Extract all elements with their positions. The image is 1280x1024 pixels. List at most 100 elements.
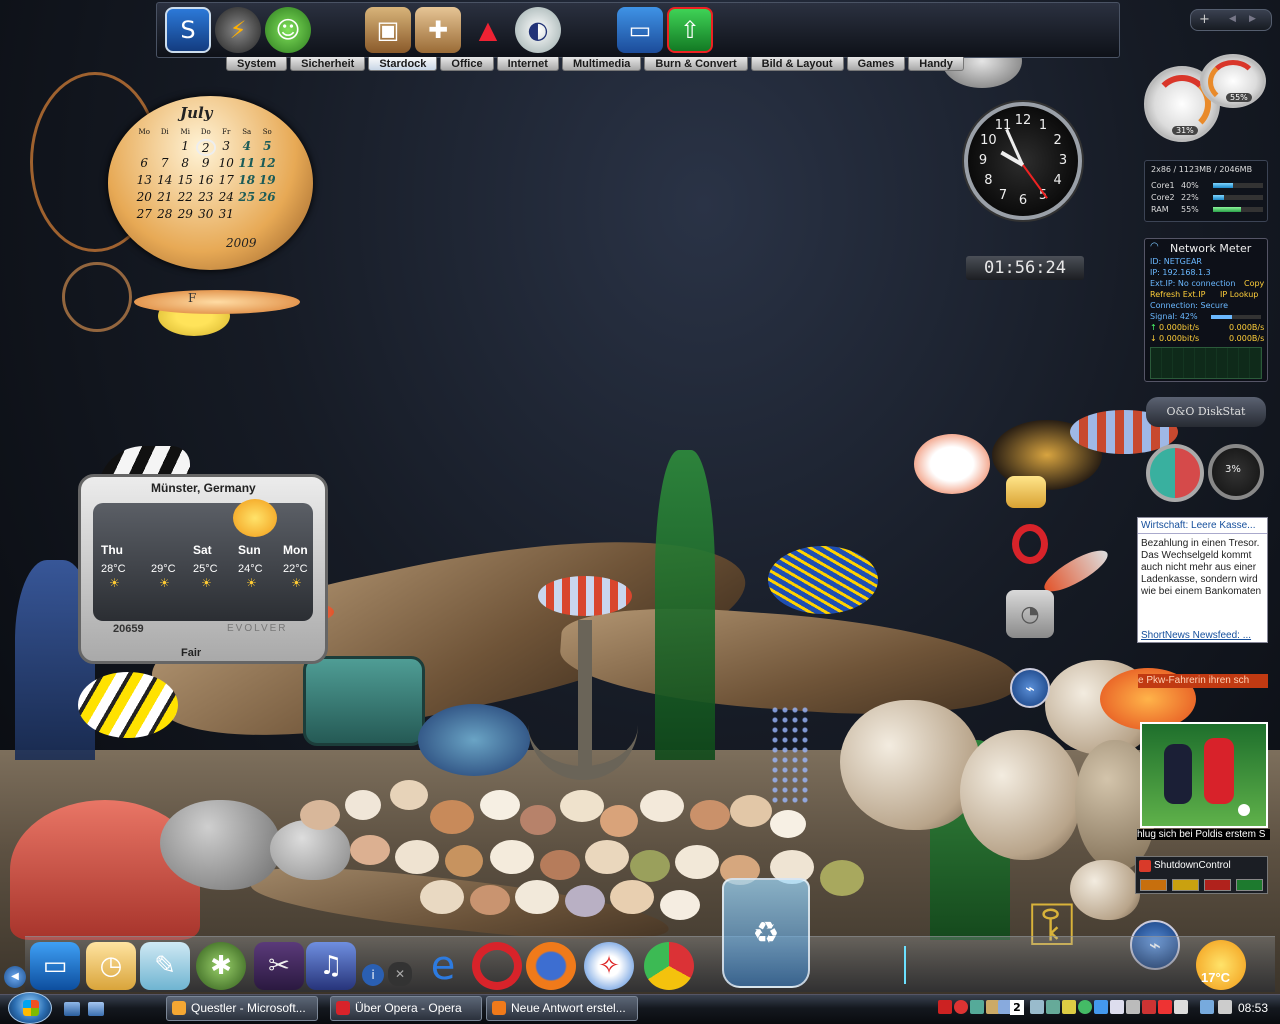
network-meter[interactable]: ◠ Network Meter ID: NETGEAR IP: 192.168.…: [1144, 238, 1268, 382]
show-desktop-icon[interactable]: [64, 1002, 80, 1016]
tray-app-icon[interactable]: [1110, 1000, 1124, 1014]
news-headline[interactable]: Wirtschaft: Leere Kasse...: [1138, 518, 1267, 534]
taskbar-button[interactable]: Neue Antwort erstel...: [486, 996, 638, 1021]
calendar-day[interactable]: 20: [134, 190, 155, 207]
internet-explorer-icon[interactable]: e: [418, 942, 468, 990]
launcher-tab[interactable]: Bild & Layout: [750, 57, 844, 71]
system-meter[interactable]: 2x86 / 1123MB / 2046MB Core1 40% Core2 22% R…: [1144, 160, 1268, 222]
calendar-day[interactable]: 7: [155, 156, 176, 173]
toolbox-app-icon[interactable]: ▣: [365, 7, 411, 53]
calendar-day[interactable]: 30: [196, 207, 217, 224]
opera-browser-icon[interactable]: [472, 942, 522, 990]
standby-button[interactable]: [1172, 879, 1199, 891]
package-app-icon[interactable]: ✚: [415, 7, 461, 53]
opera-icon[interactable]: [1012, 524, 1048, 564]
weather-gadget[interactable]: Münster, Germany Thu 28°C ☀ 29°C ☀ Sat 25°C ☀ Su…: [78, 474, 328, 664]
calendar-day[interactable]: 28: [155, 207, 176, 224]
calendar-day[interactable]: 19: [257, 173, 278, 190]
frog-app-icon[interactable]: ☺: [265, 7, 311, 53]
monitor-app-icon[interactable]: ▭: [617, 7, 663, 53]
taskbar-clock[interactable]: 08:53: [1238, 1001, 1268, 1015]
netmeter-lookup-link[interactable]: IP Lookup: [1220, 290, 1258, 299]
netmeter-copy-link[interactable]: Copy: [1244, 279, 1264, 288]
news-feed-gadget[interactable]: Wirtschaft: Leere Kasse... Bezahlung in …: [1137, 517, 1268, 643]
audio-app-icon[interactable]: ✂: [254, 942, 304, 990]
analog-clock[interactable]: 121234567891011: [964, 102, 1082, 220]
dock-scroll-left-icon[interactable]: ◀: [4, 966, 26, 988]
calendar-app-icon[interactable]: ◷: [86, 942, 136, 990]
calendar-day[interactable]: 16: [196, 173, 217, 190]
notes-icon[interactable]: ✎: [140, 942, 190, 990]
sidebar-controls[interactable]: + ◀ ▶: [1190, 9, 1272, 31]
tray-app-icon[interactable]: [970, 1000, 984, 1014]
calendar-day[interactable]: 4: [237, 139, 258, 156]
tray-app-icon[interactable]: [1030, 1000, 1044, 1014]
launcher-tab[interactable]: Sicherheit: [290, 57, 366, 71]
calendar-day[interactable]: 15: [175, 173, 196, 190]
launcher-tab[interactable]: Burn & Convert: [644, 57, 748, 71]
calendar-day[interactable]: 21: [155, 190, 176, 207]
calendar-day[interactable]: 3: [216, 139, 237, 156]
calendar-day[interactable]: 31: [216, 207, 237, 224]
calendar-day[interactable]: 25: [237, 190, 258, 207]
close-x-icon[interactable]: ✕: [388, 962, 412, 986]
launcher-tab[interactable]: Office: [440, 57, 494, 71]
tray-app-icon[interactable]: [1094, 1000, 1108, 1014]
calendar-day[interactable]: 2: [195, 139, 216, 156]
start-button[interactable]: [8, 992, 52, 1024]
calendar-day[interactable]: 22: [175, 190, 196, 207]
tray-app-icon[interactable]: [1046, 1000, 1060, 1014]
tray-app-icon[interactable]: [938, 1000, 952, 1014]
next-icon[interactable]: ▶: [1249, 14, 1256, 24]
calendar-day[interactable]: 18: [237, 173, 258, 190]
calendar-day[interactable]: 27: [134, 207, 155, 224]
computer-icon[interactable]: ▭: [30, 942, 80, 990]
chrome-icon[interactable]: [644, 942, 694, 990]
launcher-tab[interactable]: Multimedia: [561, 57, 642, 71]
calendar-day[interactable]: 14: [155, 173, 176, 190]
launcher-tab[interactable]: Stardock: [368, 57, 438, 71]
calendar-day[interactable]: 1: [175, 139, 196, 156]
rss-icon[interactable]: ◔: [1006, 590, 1054, 638]
upload-app-icon[interactable]: ⇧: [667, 7, 713, 53]
calendar-day[interactable]: 23: [196, 190, 217, 207]
calendar-day[interactable]: 12: [257, 156, 278, 173]
calendar-day[interactable]: 5: [257, 139, 278, 156]
calendar-day[interactable]: 10: [216, 156, 237, 173]
news-footer-link[interactable]: ShortNews Newsfeed: ...: [1141, 630, 1251, 641]
activity-monitor-icon[interactable]: ⌁: [1010, 668, 1050, 708]
calendar-day[interactable]: 24: [216, 190, 237, 207]
calendar-day[interactable]: 17: [216, 173, 237, 190]
tray-volume-icon[interactable]: [1218, 1000, 1232, 1014]
calendar-day[interactable]: 26: [257, 190, 278, 207]
tray-app-icon[interactable]: [1158, 1000, 1172, 1014]
tray-network-icon[interactable]: [1200, 1000, 1214, 1014]
tray-app-icon[interactable]: [1078, 1000, 1092, 1014]
tray-opera-icon[interactable]: [954, 1000, 968, 1014]
launcher-tab[interactable]: Games: [846, 57, 906, 71]
shapes-app-icon[interactable]: ▲: [465, 7, 511, 53]
recycle-bin-icon[interactable]: ♻: [722, 878, 810, 988]
folder-icon[interactable]: [1006, 476, 1046, 508]
tray-app-icon[interactable]: [1174, 1000, 1188, 1014]
news-ticker[interactable]: e Pkw-Fahrerin ihren sch: [1138, 674, 1268, 688]
media-player-icon[interactable]: ♫: [306, 942, 356, 990]
film-reel-icon[interactable]: ✱: [196, 942, 246, 990]
switch-windows-icon[interactable]: [88, 1002, 104, 1016]
taskbar-button[interactable]: Über Opera - Opera: [330, 996, 482, 1021]
media-app-icon[interactable]: ◐: [515, 7, 561, 53]
info-icon[interactable]: i: [362, 964, 384, 986]
launcher-tab[interactable]: Handy: [908, 57, 964, 71]
prev-icon[interactable]: ◀: [1229, 14, 1236, 24]
lightning-app-icon[interactable]: ⚡: [215, 7, 261, 53]
calendar-day[interactable]: 6: [134, 156, 155, 173]
tray-number[interactable]: 2: [1010, 1000, 1024, 1015]
tray-app-icon[interactable]: [1142, 1000, 1156, 1014]
calendar-day[interactable]: 13: [134, 173, 155, 190]
add-icon[interactable]: +: [1199, 12, 1210, 27]
logoff-button[interactable]: [1140, 879, 1167, 891]
netmeter-refresh-link[interactable]: Refresh Ext.IP: [1150, 290, 1205, 299]
taskbar-button[interactable]: Questler - Microsoft...: [166, 996, 318, 1021]
tray-app-icon[interactable]: [1062, 1000, 1076, 1014]
launcher-tab[interactable]: Internet: [496, 57, 559, 71]
